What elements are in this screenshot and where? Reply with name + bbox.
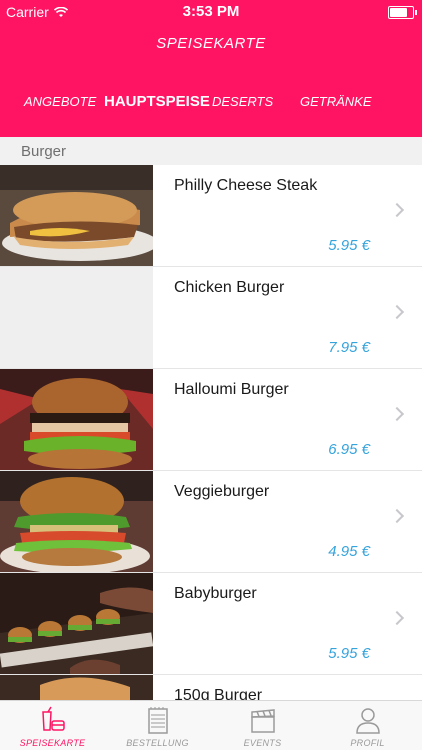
tab-getraenke[interactable]: GETRÄNKE xyxy=(300,94,372,109)
item-price: 4.95 € xyxy=(328,543,370,560)
item-price: 6.95 € xyxy=(328,441,370,458)
babyburger-photo xyxy=(0,573,153,674)
item-name: Halloumi Burger xyxy=(174,381,289,398)
tab-deserts[interactable]: DESERTS xyxy=(212,94,273,109)
battery-icon xyxy=(388,6,417,19)
section-title: Burger xyxy=(21,143,67,160)
list-item[interactable]: Halloumi Burger 6.95 € xyxy=(0,369,422,471)
item-price: 7.95 € xyxy=(328,339,370,356)
section-header: Burger xyxy=(0,137,422,165)
list-item[interactable]: Chicken Burger 7.95 € xyxy=(0,267,422,369)
item-name: Chicken Burger xyxy=(174,279,285,296)
chevron-right-icon xyxy=(389,610,405,626)
tabbar-events[interactable]: EVENTS xyxy=(210,701,315,751)
halloumi-burger-photo xyxy=(0,369,153,470)
tabbar-label: PROFIL xyxy=(350,738,385,748)
150g-burger-photo xyxy=(0,675,153,700)
list-item[interactable]: Veggieburger 4.95 € xyxy=(0,471,422,573)
image-placeholder xyxy=(0,267,153,368)
chevron-right-icon xyxy=(389,304,405,320)
menu-list[interactable]: Philly Cheese Steak 5.95 € Chicken Burge… xyxy=(0,165,422,700)
chevron-right-icon xyxy=(389,202,405,218)
tabbar-speisekarte[interactable]: SPEISEKARTE xyxy=(0,701,105,751)
status-bar: Carrier 3:53 PM xyxy=(0,0,422,22)
chevron-right-icon xyxy=(389,406,405,422)
person-icon xyxy=(356,708,380,734)
chevron-right-icon xyxy=(389,508,405,524)
page-title: SPEISEKARTE xyxy=(156,35,266,52)
item-name: Philly Cheese Steak xyxy=(174,177,318,194)
item-price: 5.95 € xyxy=(328,237,370,254)
clock: 3:53 PM xyxy=(182,3,240,20)
veggieburger-photo xyxy=(0,471,153,572)
list-item[interactable]: 150g Burger xyxy=(0,675,422,700)
tabbar-label: BESTELLUNG xyxy=(126,738,189,748)
tab-angebote[interactable]: ANGEBOTE xyxy=(24,94,96,109)
header: SPEISEKARTE ANGEBOTE HAUPTSPEISE DESERTS… xyxy=(0,22,422,137)
tab-hauptspeise[interactable]: HAUPTSPEISE xyxy=(104,93,210,110)
tab-bar: SPEISEKARTE BESTELLUNG EVENTS PROFIL xyxy=(0,700,422,750)
notepad-icon xyxy=(148,707,168,734)
item-price: 5.95 € xyxy=(328,645,370,662)
philly-cheese-steak-photo xyxy=(0,165,153,266)
item-name: 150g Burger xyxy=(174,687,263,700)
tabbar-label: EVENTS xyxy=(243,738,282,748)
item-name: Babyburger xyxy=(174,585,257,602)
drink-food-icon xyxy=(42,706,65,731)
list-item[interactable]: Babyburger 5.95 € xyxy=(0,573,422,675)
tabbar-profil[interactable]: PROFIL xyxy=(315,701,420,751)
tabbar-label: SPEISEKARTE xyxy=(19,738,86,748)
clapperboard-icon xyxy=(251,709,275,733)
tabbar-bestellung[interactable]: BESTELLUNG xyxy=(105,701,210,751)
list-item[interactable]: Philly Cheese Steak 5.95 € xyxy=(0,165,422,267)
item-name: Veggieburger xyxy=(174,483,270,500)
